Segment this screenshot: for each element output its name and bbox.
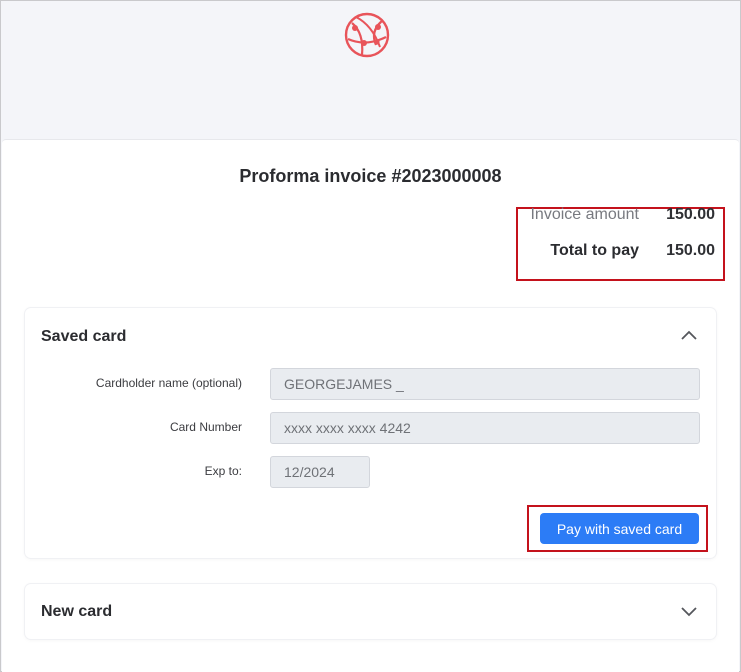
expiry-field[interactable]: 12/2024 (270, 456, 370, 488)
card-number-label: Card Number (169, 420, 242, 434)
new-card-panel[interactable]: New card (25, 584, 716, 639)
chevron-up-icon[interactable] (680, 329, 698, 341)
network-globe-logo-icon (344, 12, 390, 58)
pay-button-highlight: Pay with saved card (527, 505, 708, 552)
cardholder-name-field[interactable]: GEORGEJAMES _ (270, 368, 700, 400)
pay-with-saved-card-button[interactable]: Pay with saved card (540, 513, 699, 544)
chevron-down-icon[interactable] (680, 605, 698, 617)
page-title: Proforma invoice #2023000008 (239, 166, 502, 186)
saved-card-title[interactable]: Saved card (41, 328, 126, 346)
company-logo (342, 11, 392, 59)
total-to-pay-label: Total to pay (550, 242, 639, 259)
cardholder-name-label: Cardholder name (optional) (95, 376, 242, 390)
saved-card-panel: Saved card Cardholder name (optional) GE… (25, 308, 716, 558)
invoice-amount-label: Invoice amount (530, 206, 639, 223)
invoice-card: Proforma invoice #2023000008 Invoice amo… (2, 139, 739, 672)
new-card-title[interactable]: New card (41, 603, 112, 621)
card-number-field[interactable]: xxxx xxxx xxxx 4242 (270, 412, 700, 444)
amount-summary: Invoice amount 150.00 Total to pay 150.0… (516, 206, 725, 281)
invoice-amount-value: 150.00 (666, 206, 715, 223)
expiry-label: Exp to: (204, 464, 242, 478)
total-to-pay-value: 150.00 (666, 242, 715, 259)
